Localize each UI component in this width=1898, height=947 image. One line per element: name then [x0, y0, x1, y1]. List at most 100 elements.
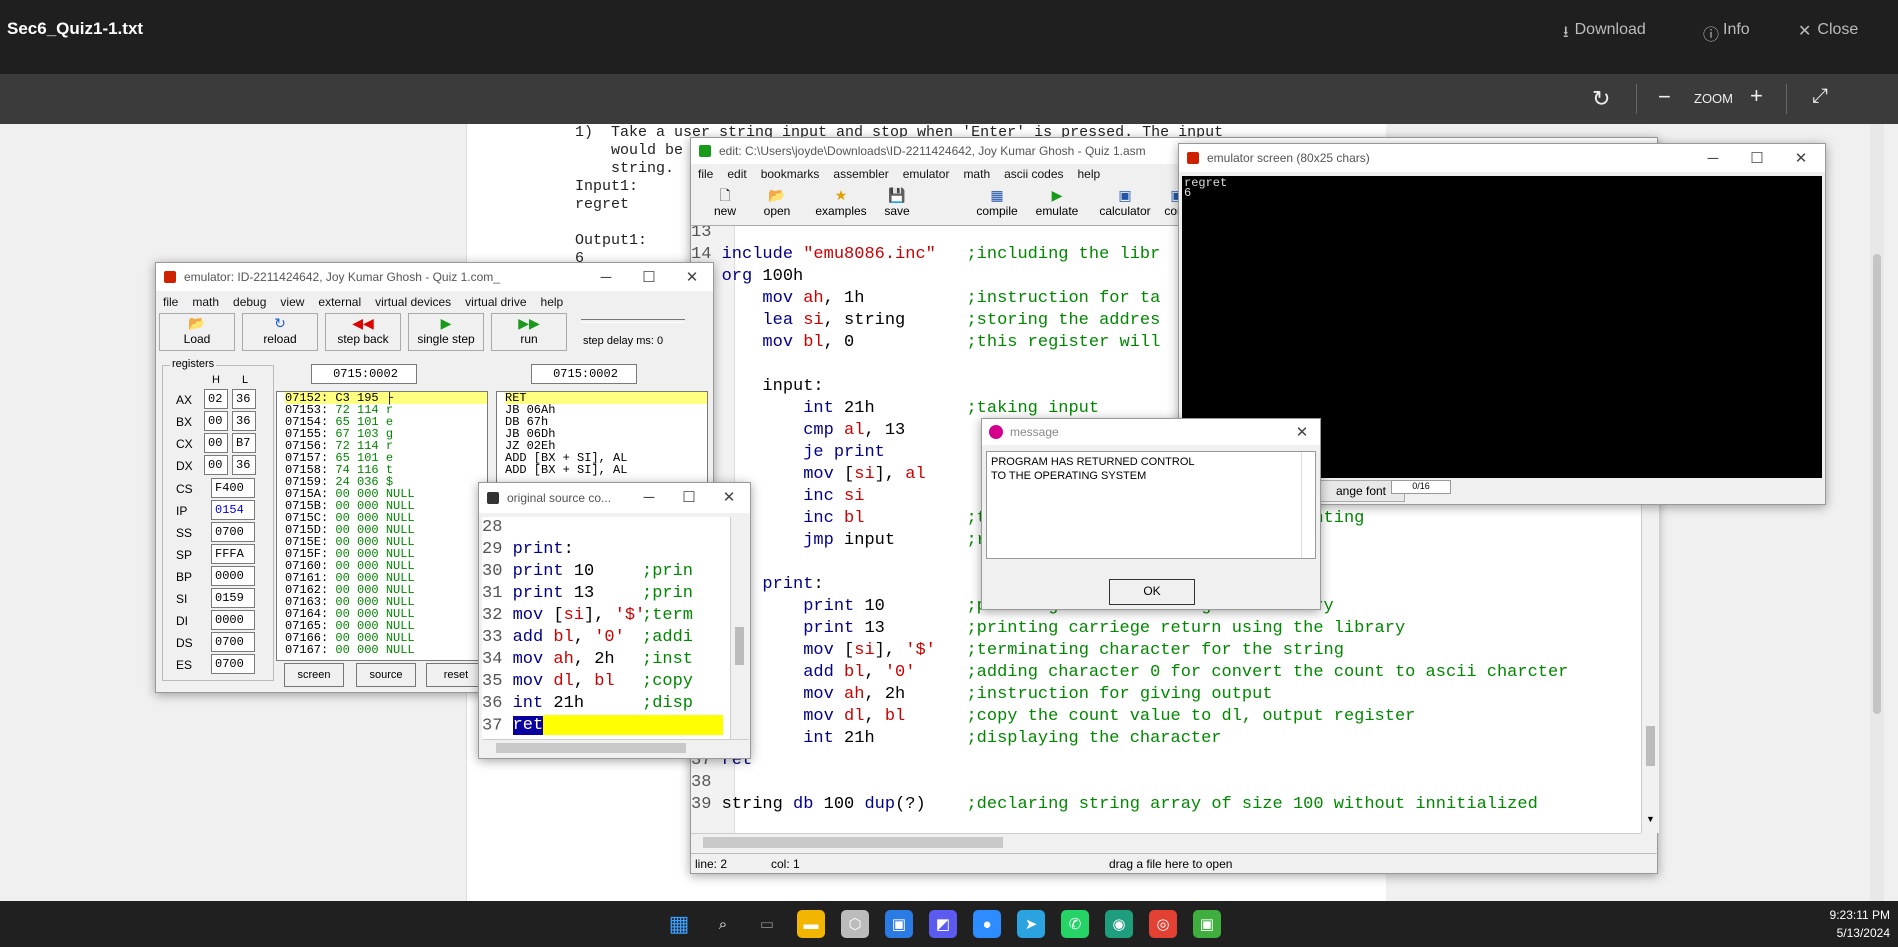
scroll-thumb[interactable]: [1646, 726, 1655, 766]
toolbar-compile-button[interactable]: ▦ compile: [971, 186, 1023, 224]
register-ss[interactable]: 0700: [211, 522, 255, 542]
source-hscroll[interactable]: [482, 739, 748, 755]
register-ax-low[interactable]: 36: [232, 389, 256, 409]
screen-button[interactable]: screen: [284, 663, 344, 687]
close-icon[interactable]: ✕: [709, 483, 749, 511]
maximize-icon[interactable]: ☐: [669, 483, 709, 511]
close-button[interactable]: ✕ Close: [1798, 21, 1858, 41]
telegram-icon[interactable]: ➤: [1017, 910, 1045, 938]
single-step-button[interactable]: ▶ single step: [408, 313, 484, 351]
register-ax-high[interactable]: 02: [204, 389, 228, 409]
reset-button[interactable]: reset: [426, 663, 486, 687]
register-di[interactable]: 0000: [211, 610, 255, 630]
source-line: 36 int 21h ;disp: [482, 693, 730, 715]
minimize-icon[interactable]: ─: [584, 263, 628, 291]
edge-icon[interactable]: ◉: [1105, 910, 1133, 938]
store-icon[interactable]: ▣: [885, 910, 913, 938]
viewer-scrollbar[interactable]: [1870, 124, 1884, 901]
toolbar-save-button[interactable]: 💾 save: [871, 186, 923, 224]
menu-item-virtual-drive[interactable]: virtual drive: [458, 295, 533, 309]
menu-item-edit[interactable]: edit: [720, 167, 753, 181]
whatsapp-icon[interactable]: ✆: [1061, 910, 1089, 938]
reload-button[interactable]: ↻ reload: [242, 313, 318, 351]
app-icon[interactable]: ◩: [929, 910, 957, 938]
register-sp[interactable]: FFFA: [211, 544, 255, 564]
menu-item-math[interactable]: math: [185, 295, 226, 309]
new-icon: 🗋: [719, 187, 731, 203]
minimize-icon[interactable]: ─: [1691, 144, 1735, 172]
menu-item-emulator[interactable]: emulator: [896, 167, 957, 181]
address-field-right[interactable]: 0715:0002: [531, 364, 637, 384]
register-dx-low[interactable]: 36: [232, 455, 256, 475]
download-button[interactable]: ⭳ Download: [1563, 21, 1646, 48]
editor-hscroll[interactable]: [691, 833, 1641, 851]
register-bp[interactable]: 0000: [211, 566, 255, 586]
scroll-down-icon[interactable]: ▼: [1646, 814, 1655, 824]
maximize-icon[interactable]: ☐: [627, 263, 671, 291]
start-icon[interactable]: ▦: [665, 910, 693, 938]
source-vscroll[interactable]: [730, 517, 748, 739]
toolbar-examples-button[interactable]: ★ examples: [809, 186, 873, 224]
close-icon[interactable]: ✕: [670, 263, 713, 291]
hscroll-thumb[interactable]: [496, 743, 686, 753]
menu-item-help[interactable]: help: [534, 295, 571, 309]
toolbar-open-button[interactable]: 📂 open: [751, 186, 803, 224]
step-back-button[interactable]: ◀◀ step back: [325, 313, 401, 351]
register-bx-high[interactable]: 00: [204, 411, 228, 431]
source-button[interactable]: source: [356, 663, 416, 687]
register-ds[interactable]: 0700: [211, 632, 255, 652]
load-button[interactable]: 📂 Load: [159, 313, 235, 351]
menu-item-file[interactable]: file: [156, 295, 185, 309]
zoom-in-icon[interactable]: +: [1750, 83, 1763, 109]
menu-item-virtual-devices[interactable]: virtual devices: [368, 295, 458, 309]
register-si[interactable]: 0159: [211, 588, 255, 608]
menu-item-ascii-codes[interactable]: ascii codes: [997, 167, 1070, 181]
emu8086-icon[interactable]: ▣: [1193, 910, 1221, 938]
register-cx-high[interactable]: 00: [204, 433, 228, 453]
ok-button[interactable]: OK: [1109, 579, 1195, 605]
rotate-icon[interactable]: ↻: [1592, 86, 1610, 112]
zoom-icon[interactable]: ●: [973, 910, 1001, 938]
code-line: 31 print 13 ;printing carriege return us…: [691, 618, 1405, 640]
menu-item-file[interactable]: file: [691, 167, 720, 181]
toolbar-emulate-button[interactable]: ▶ emulate: [1031, 186, 1083, 224]
maximize-icon[interactable]: ☐: [1735, 144, 1779, 172]
close-icon[interactable]: ✕: [1779, 144, 1823, 172]
register-cx-low[interactable]: B7: [232, 433, 256, 453]
address-field-left[interactable]: 0715:0002: [311, 364, 417, 384]
toolbar-calculator-button[interactable]: ▣ calculator: [1091, 186, 1159, 224]
zoom-out-icon[interactable]: −: [1658, 84, 1671, 110]
menu-item-external[interactable]: external: [311, 295, 368, 309]
menu-item-assembler[interactable]: assembler: [826, 167, 895, 181]
close-icon[interactable]: ✕: [1282, 419, 1320, 445]
chrome-icon[interactable]: ◎: [1149, 910, 1177, 938]
settings-hex-icon[interactable]: ⬡: [841, 910, 869, 938]
register-dx-high[interactable]: 00: [204, 455, 228, 475]
register-bx-low[interactable]: 36: [232, 411, 256, 431]
memory-line[interactable]: 07167: 00 000 NULL: [285, 644, 487, 656]
disasm-line[interactable]: ADD [BX + SI], AL: [505, 464, 707, 476]
info-button[interactable]: ⓘ Info: [1703, 21, 1750, 45]
menu-item-debug[interactable]: debug: [226, 295, 273, 309]
memory-list[interactable]: 07152: C3 195 ├ 07153: 72 114 r 07154: 65 …: [276, 391, 488, 661]
run-button[interactable]: ▶▶ run: [491, 313, 567, 351]
message-vscroll[interactable]: [1301, 452, 1315, 558]
file-explorer-icon[interactable]: ▬: [797, 910, 825, 938]
source-code-area[interactable]: 28 29 print: 30 print 10 ;prin 31 print 13;…: [482, 517, 730, 739]
register-ip[interactable]: 0154: [211, 500, 255, 520]
fullscreen-icon[interactable]: ⤢: [1812, 85, 1828, 108]
register-cs[interactable]: F400: [211, 478, 255, 498]
task-view-icon[interactable]: ▭: [753, 910, 781, 938]
menu-item-math[interactable]: math: [956, 167, 997, 181]
menu-item-bookmarks[interactable]: bookmarks: [754, 167, 827, 181]
toolbar-new-button[interactable]: 🗋 new: [699, 186, 751, 224]
minimize-icon[interactable]: ─: [629, 483, 669, 511]
register-es[interactable]: 0700: [211, 654, 255, 674]
file-title: Sec6_Quiz1-1.txt: [7, 19, 144, 38]
menu-item-help[interactable]: help: [1071, 167, 1108, 181]
search-icon[interactable]: ⌕: [709, 910, 737, 938]
scroll-thumb[interactable]: [735, 627, 744, 665]
hscroll-thumb[interactable]: [703, 837, 1003, 848]
step-delay-slider[interactable]: [581, 319, 685, 323]
menu-item-view[interactable]: view: [273, 295, 311, 309]
